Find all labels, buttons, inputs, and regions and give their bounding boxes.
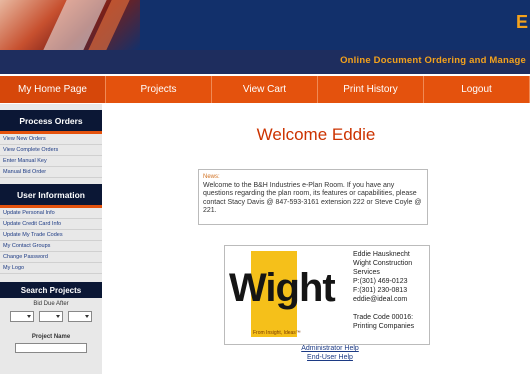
nav-projects[interactable]: Projects bbox=[106, 76, 212, 103]
nav-logout[interactable]: Logout bbox=[424, 76, 530, 103]
contact-spacer bbox=[353, 304, 429, 313]
user-information-heading: User Information bbox=[0, 184, 102, 208]
sidebar-item-my-logo[interactable]: My Logo bbox=[0, 263, 102, 274]
company-logo: Wight From Insight, Ideas™ bbox=[225, 246, 349, 344]
contact-fax: F:(301) 230-0813 bbox=[353, 287, 408, 294]
sidebar-item-update-trade-codes[interactable]: Update My Trade Codes bbox=[0, 230, 102, 241]
project-name-input[interactable] bbox=[15, 343, 87, 353]
day-select[interactable] bbox=[39, 311, 63, 322]
nav-my-home-page[interactable]: My Home Page bbox=[0, 76, 106, 103]
logo-wordmark: Wight bbox=[229, 266, 336, 310]
banner-graphic bbox=[0, 0, 140, 50]
administrator-help-link[interactable]: Administrator Help bbox=[260, 344, 400, 353]
contact-email: eddie@ideal.com bbox=[353, 296, 408, 303]
search-projects-heading: Search Projects bbox=[0, 282, 102, 298]
news-label: News: bbox=[203, 174, 220, 180]
main-nav: My Home Page Projects View Cart Print Hi… bbox=[0, 76, 530, 103]
help-links: Administrator Help End-User Help bbox=[260, 344, 400, 362]
sidebar-item-contact-groups[interactable]: My Contact Groups bbox=[0, 241, 102, 252]
contact-company-cont: Services bbox=[353, 269, 380, 276]
nav-view-cart[interactable]: View Cart bbox=[212, 76, 318, 103]
contact-phone: P:(301) 469-0123 bbox=[353, 278, 408, 285]
header-subbar: Online Document Ordering and Manage bbox=[0, 50, 530, 74]
header-banner: E bbox=[0, 0, 530, 50]
sidebar-item-view-new-orders[interactable]: View New Orders bbox=[0, 134, 102, 145]
end-user-help-link[interactable]: End-User Help bbox=[260, 353, 400, 362]
trade-code-desc: Printing Companies bbox=[353, 323, 415, 330]
nav-print-history[interactable]: Print History bbox=[318, 76, 424, 103]
sidebar-item-change-password[interactable]: Change Password bbox=[0, 252, 102, 263]
page-title: Welcome Eddie bbox=[256, 125, 376, 144]
project-name-label: Project Name bbox=[31, 334, 71, 340]
process-orders-heading: Process Orders bbox=[0, 110, 102, 134]
sidebar: Process Orders View New Orders View Comp… bbox=[0, 104, 102, 374]
sidebar-item-update-personal-info[interactable]: Update Personal Info bbox=[0, 208, 102, 219]
trade-code: Trade Code 00016: bbox=[353, 314, 414, 321]
logo-tagline: From Insight, Ideas™ bbox=[253, 330, 301, 336]
news-box: News: Welcome to the B&H Industries e-Pl… bbox=[198, 169, 428, 225]
sidebar-item-manual-bid-order[interactable]: Manual Bid Order bbox=[0, 167, 102, 178]
contact-details: Eddie Hausknecht Wight Construction Serv… bbox=[353, 250, 429, 331]
banner-title-fragment: E bbox=[515, 12, 528, 32]
bid-due-date-selects bbox=[0, 311, 102, 322]
sidebar-item-view-complete-orders[interactable]: View Complete Orders bbox=[0, 145, 102, 156]
year-select[interactable] bbox=[68, 311, 92, 322]
month-select[interactable] bbox=[10, 311, 34, 322]
contact-card: Wight From Insight, Ideas™ Eddie Hauskne… bbox=[224, 245, 430, 345]
contact-name: Eddie Hausknecht bbox=[353, 251, 410, 258]
site-tagline: Online Document Ordering and Manage bbox=[340, 55, 526, 66]
sidebar-item-enter-manual-key[interactable]: Enter Manual Key bbox=[0, 156, 102, 167]
bid-due-after-label: Bid Due After bbox=[33, 301, 69, 307]
sidebar-item-update-credit-card-info[interactable]: Update Credit Card Info bbox=[0, 219, 102, 230]
contact-company: Wight Construction bbox=[353, 260, 413, 267]
news-text: Welcome to the B&H Industries e-Plan Roo… bbox=[203, 181, 422, 215]
